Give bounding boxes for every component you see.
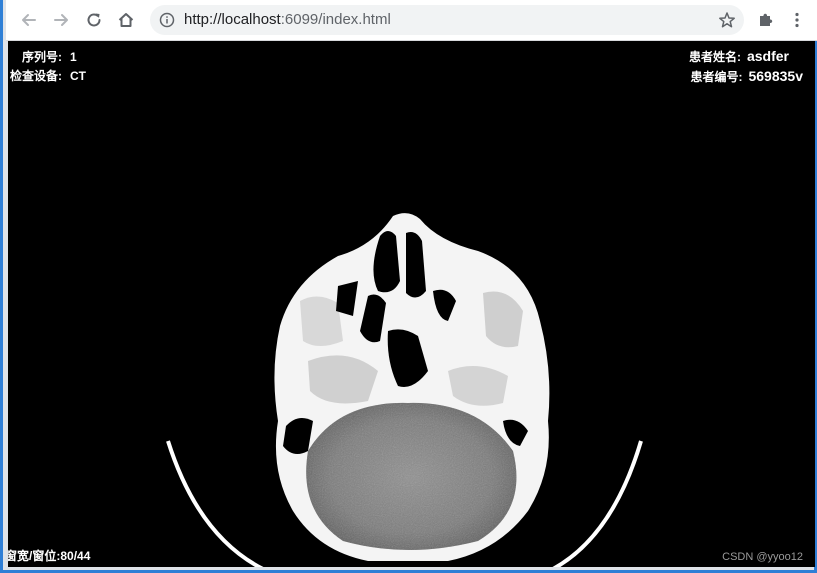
home-icon	[118, 13, 134, 27]
info-icon[interactable]	[159, 12, 175, 28]
patient-id-label: 患者编号:	[690, 70, 743, 84]
browser-menu-button[interactable]	[783, 6, 811, 34]
arrow-left-icon	[22, 14, 36, 26]
patient-name-info: 患者姓名: asdfer	[689, 49, 789, 64]
url-host: http://localhost	[184, 11, 281, 28]
url-text[interactable]: http://localhost:6099/index.html	[184, 12, 391, 28]
window-level-info: 窗宽/窗位:80/44	[8, 549, 90, 563]
home-button[interactable]	[112, 6, 140, 34]
extensions-button[interactable]	[752, 6, 780, 34]
device-info: 检查设备: CT	[10, 69, 86, 83]
address-bar[interactable]: http://localhost:6099/index.html	[150, 5, 744, 35]
reload-icon	[87, 13, 101, 27]
browser-window: http://localhost:6099/index.html 序列号: 1 …	[0, 0, 817, 573]
reload-button[interactable]	[80, 6, 108, 34]
star-icon[interactable]	[718, 11, 736, 29]
patient-id-value: 569835v	[748, 68, 803, 84]
kebab-menu-icon	[795, 12, 799, 28]
browser-toolbar: http://localhost:6099/index.html	[6, 0, 817, 41]
device-label: 检查设备:	[10, 69, 62, 83]
series-label: 序列号:	[22, 50, 62, 64]
series-number-info: 序列号: 1	[22, 50, 77, 64]
ct-scan-image	[166, 213, 643, 567]
dicom-viewport[interactable]: 序列号: 1 检查设备: CT 患者姓名: asdfer 患者编号: 569835v 窗…	[8, 41, 815, 567]
patient-name-value: asdfer	[746, 48, 789, 64]
watermark-text: CSDN @yyoo12	[722, 551, 803, 563]
forward-button[interactable]	[47, 6, 75, 34]
patient-name-label: 患者姓名:	[688, 50, 741, 64]
arrow-right-icon	[54, 14, 68, 26]
back-button[interactable]	[15, 6, 43, 34]
puzzle-icon	[760, 13, 773, 26]
series-value: 1	[70, 50, 77, 64]
url-path: :6099/index.html	[280, 11, 391, 28]
patient-id-info: 患者编号: 569835v	[690, 69, 803, 84]
window-value: 80/44	[60, 549, 91, 563]
window-label: 窗宽/窗位:	[8, 549, 61, 563]
device-value: CT	[70, 69, 86, 83]
